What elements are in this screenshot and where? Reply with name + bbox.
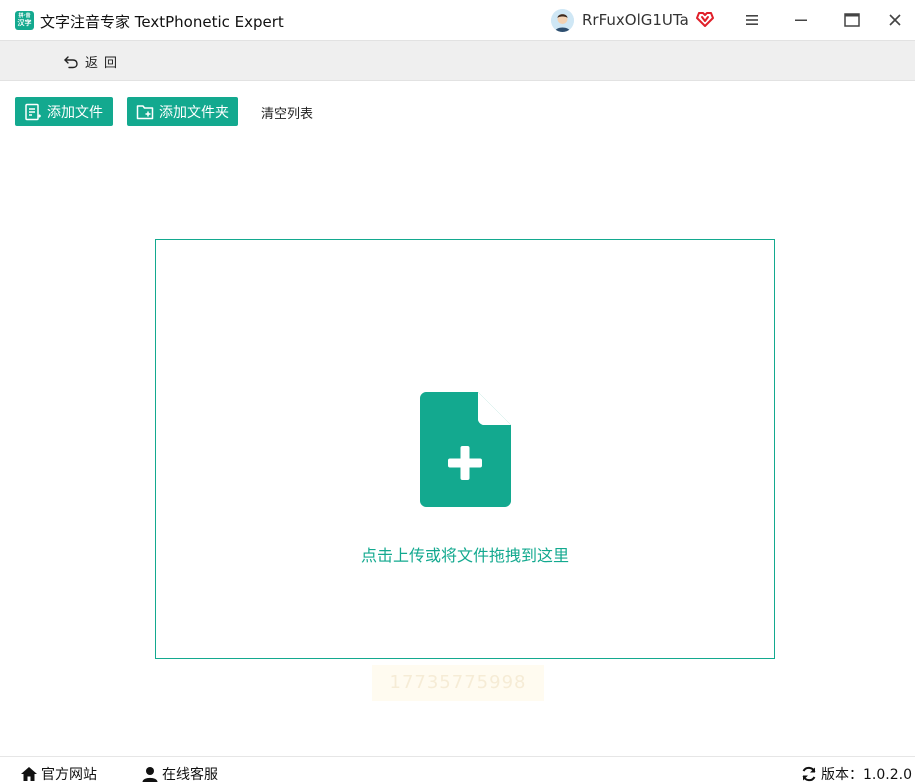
refresh-icon	[802, 766, 816, 782]
add-file-button[interactable]: 添加文件	[15, 97, 113, 126]
app-title: 文字注音专家 TextPhonetic Expert	[40, 13, 284, 31]
home-icon	[21, 767, 37, 781]
add-file-label: 添加文件	[47, 104, 103, 121]
minimize-icon[interactable]	[789, 8, 813, 32]
menu-icon[interactable]	[740, 8, 764, 32]
drop-hint: 点击上传或将文件拖拽到这里	[360, 546, 569, 565]
maximize-icon[interactable]	[840, 8, 864, 32]
official-site-label: 官方网站	[41, 767, 97, 782]
folder-plus-icon	[136, 104, 154, 119]
watermark: 17735775998	[372, 665, 544, 701]
title-bar: 拼·音 汉字 文字注音专家 TextPhonetic Expert RrFuxO…	[0, 0, 915, 40]
version-label: 版本：1.0.2.0	[821, 767, 912, 782]
add-folder-button[interactable]: 添加文件夹	[127, 97, 238, 126]
close-icon[interactable]	[883, 8, 907, 32]
back-button[interactable]: 返回	[63, 52, 123, 71]
official-site-link[interactable]: 官方网站	[20, 764, 97, 782]
avatar[interactable]	[551, 9, 574, 32]
app-logo: 拼·音 汉字	[15, 11, 34, 30]
app-logo-text-bottom: 汉字	[17, 19, 32, 27]
online-service-label: 在线客服	[162, 767, 218, 782]
clear-list-button[interactable]: 清空列表	[261, 103, 313, 122]
online-service-link[interactable]: 在线客服	[141, 764, 218, 782]
footer: 官方网站 在线客服 版本：1.0.2.0	[0, 756, 915, 782]
file-plus-icon	[420, 392, 511, 507]
username[interactable]: RrFuxOlG1UTa	[582, 11, 689, 29]
avatar-icon	[551, 9, 574, 32]
add-folder-label: 添加文件夹	[159, 104, 229, 121]
user-icon	[142, 767, 158, 782]
file-drop-zone[interactable]: 点击上传或将文件拖拽到这里	[155, 239, 775, 659]
version-info[interactable]: 版本：1.0.2.0	[801, 764, 912, 782]
vip-heart-icon[interactable]	[695, 10, 715, 28]
nav-bar: 返回	[0, 40, 915, 81]
back-label: 返回	[85, 56, 124, 71]
file-list-icon	[25, 103, 41, 120]
back-arrow-icon	[64, 55, 78, 68]
